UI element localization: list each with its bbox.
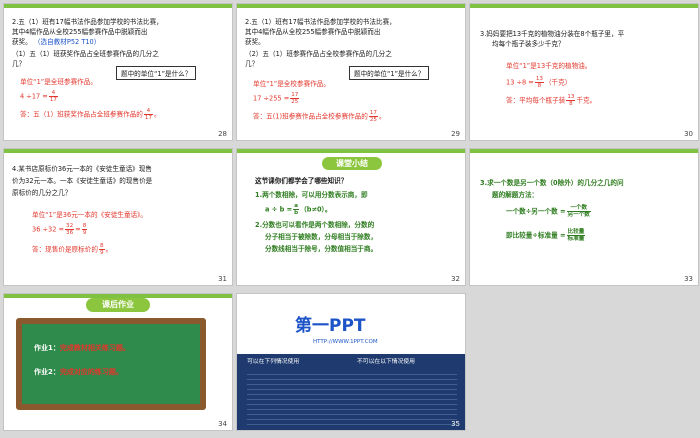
slide-number: 30: [684, 130, 693, 138]
homework-2: 作业2：完成对应的练习题。: [34, 368, 123, 376]
method-line-2: 题的解题方法：: [492, 191, 539, 199]
section-title: 课后作业: [86, 298, 150, 312]
slide-thumbnail-33[interactable]: 3.求一个数是另一个数（0除外）的几分之几的问 题的解题方法： 一个数÷另一个数…: [469, 148, 699, 286]
slide-number: 35: [451, 420, 460, 428]
usage-disallowed-title: 不可以在以下情况使用: [357, 359, 415, 365]
question-line-3: 获奖。: [245, 38, 265, 46]
usage-info-band: 可以在下列情况使用 不可以在以下情况使用: [237, 354, 465, 430]
equation: 36 ÷32 = 32 36 = 8 9: [32, 223, 88, 237]
answer-line: 答：五(1)班参赛作品占全校参赛作品的 17 25。: [253, 110, 386, 124]
section-title: 课堂小结: [322, 157, 382, 170]
method-formula-1: 一个数÷另一个数 = 一个数 另一个数: [506, 205, 591, 219]
equation: 13 ÷8 = 13 8 （千克）: [506, 76, 572, 90]
question-line-3: 原标价的几分之几？: [12, 189, 72, 197]
chalkboard: 作业1：完成教材相关练习题。 作业2：完成对应的练习题。: [16, 318, 206, 410]
slide-thumbnail-34[interactable]: 课后作业 作业1：完成教材相关练习题。 作业2：完成对应的练习题。 34: [3, 293, 233, 431]
textbook-reference: （选自教材P52 T10）: [33, 38, 101, 46]
unit-one-statement: 单位“1”是13千克的植物油。: [506, 62, 592, 70]
slide-top-bar: [237, 4, 465, 8]
question-line-2: 其中4幅作品从全校255幅参赛作品中脱颖而出: [245, 28, 381, 36]
homework-1: 作业1：完成教材相关练习题。: [34, 344, 130, 352]
sub-question-line-1: （2）五（1）班参赛作品占全校参赛作品的几分之: [245, 50, 392, 58]
question-line-3: 获奖。 （选自教材P52 T10）: [12, 38, 101, 46]
brand-logo: 第一PPT: [295, 316, 366, 336]
summary-point-2-line-3: 分数线相当于除号，分数值相当于商。: [265, 245, 378, 253]
summary-formula: a ÷ b = a b （b≠0）。: [265, 203, 332, 217]
chalkboard-surface: 作业1：完成教材相关练习题。 作业2：完成对应的练习题。: [22, 324, 200, 404]
question-line-1: 2.五（1）班有17幅书法作品参加学校的书法比赛，: [245, 18, 396, 26]
unit-one-statement: 单位“1”是36元一本的《安徒生童话》。: [32, 211, 148, 219]
summary-point-2-line-2: 分子相当于被除数，分母相当于除数，: [265, 233, 378, 241]
method-formula-2: 即比较量÷标准量 = 比较量 标准量: [506, 229, 586, 243]
equation: 4 ÷17 = 4 17: [20, 90, 58, 104]
usage-allowed-title: 可以在下列情况使用: [247, 359, 300, 365]
answer-line: 答：平均每个瓶子装 13 8 千克。: [506, 94, 597, 108]
question-line-1: 3.妈妈要把13千克的植物油分装在8个瓶子里，平: [480, 30, 625, 38]
method-line-1: 3.求一个数是另一个数（0除外）的几分之几的问: [480, 179, 624, 187]
slide-thumbnail-32[interactable]: 课堂小结 这节课你们都学会了哪些知识？ 1.两个数相除，可以用分数表示商，即 a…: [236, 148, 466, 286]
slide-top-bar: [4, 4, 232, 8]
slide-thumbnail-31[interactable]: 4.某书店原标价36元一本的《安徒生童话》现售 价为32元一本。一本《安徒生童话…: [3, 148, 233, 286]
sub-question-line-2: 几？: [12, 60, 26, 68]
slide-top-bar: [4, 149, 232, 153]
slide-number: 31: [218, 275, 227, 283]
brand-url: HTTP://WWW.1PPT.COM: [313, 339, 378, 345]
slide-number: 34: [218, 420, 227, 428]
unit-one-statement: 单位“1”是全校参赛作品。: [253, 80, 330, 88]
slide-thumbnail-29[interactable]: 2.五（1）班有17幅书法作品参加学校的书法比赛， 其中4幅作品从全校255幅参…: [236, 3, 466, 141]
usage-text-lines: [247, 370, 457, 426]
question-line-1: 2.五（1）班有17幅书法作品参加学校的书法比赛，: [12, 18, 163, 26]
slide-thumbnail-28[interactable]: 2.五（1）班有17幅书法作品参加学校的书法比赛， 其中4幅作品从全校255幅参…: [3, 3, 233, 141]
slide-thumbnail-30[interactable]: 3.妈妈要把13千克的植物油分装在8个瓶子里，平 均每个瓶子装多少千克？ 单位“…: [469, 3, 699, 141]
slide-number: 29: [451, 130, 460, 138]
question-line-2: 均每个瓶子装多少千克？: [492, 40, 565, 48]
slide-thumbnail-35[interactable]: 第一PPT HTTP://WWW.1PPT.COM 可以在下列情况使用 不可以在…: [236, 293, 466, 431]
slide-top-bar: [470, 149, 698, 153]
slide-number: 33: [684, 275, 693, 283]
summary-point-2-line-1: 2.分数也可以看作是两个数相除，分数的: [255, 221, 375, 229]
question-line-2: 其中4幅作品从全校255幅参赛作品中脱颖而出: [12, 28, 148, 36]
sub-question-line-2: 几？: [245, 60, 259, 68]
slide-number: 28: [218, 130, 227, 138]
summary-question: 这节课你们都学会了哪些知识？: [255, 177, 348, 185]
slide-number: 32: [451, 275, 460, 283]
answer-line: 答：五（1）班获奖作品占全班参赛作品的 4 17。: [20, 108, 161, 122]
slide-top-bar: [470, 4, 698, 8]
callout-box: 题中的单位“1”是什么？: [349, 66, 430, 80]
question-line-1: 4.某书店原标价36元一本的《安徒生童话》现售: [12, 165, 152, 173]
question-line-2: 价为32元一本。一本《安徒生童话》的现售价是: [12, 177, 153, 185]
sub-question-line-1: （1）五（1）班获奖作品占全班参赛作品的几分之: [12, 50, 159, 58]
slide-top-bar: [237, 149, 465, 153]
equation: 17 ÷255 = 17 25: [253, 92, 300, 106]
callout-box: 题中的单位“1”是什么？: [116, 66, 197, 80]
unit-one-statement: 单位“1”是全班参赛作品。: [20, 78, 97, 86]
answer-line: 答：现售价是原标价的 8 9。: [32, 243, 113, 257]
summary-point-1: 1.两个数相除，可以用分数表示商，即: [255, 191, 368, 199]
